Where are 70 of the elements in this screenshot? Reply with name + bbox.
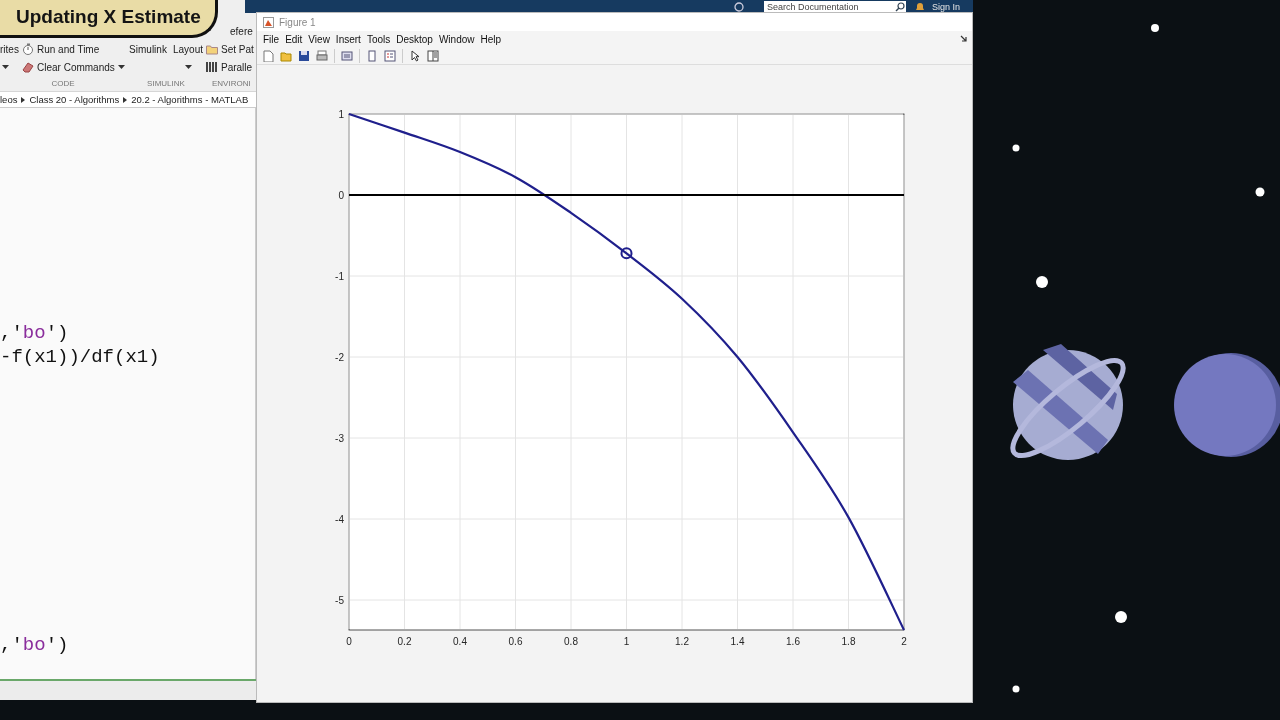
matlab-logo-icon (263, 16, 274, 28)
x-tick-label: 1.4 (730, 636, 745, 647)
bell-icon[interactable] (913, 1, 926, 12)
y-tick-label: -3 (335, 432, 344, 444)
y-tick-label: 0 (338, 189, 344, 201)
x-tick-label: 1.8 (841, 636, 856, 647)
menu-item[interactable]: Desktop (393, 33, 436, 45)
save-icon[interactable] (298, 49, 310, 62)
window-title: Figure 1 (279, 16, 316, 28)
x-tick-label: 0.8 (564, 636, 578, 647)
colorbar-icon[interactable] (366, 49, 378, 62)
property-panel-icon[interactable] (427, 49, 439, 62)
section-label: CODE (51, 78, 75, 88)
y-tick-label: -1 (335, 270, 344, 282)
y-tick-label: -4 (335, 513, 344, 525)
print-icon[interactable] (316, 49, 328, 62)
video-title: Updating X Estimate (0, 0, 218, 38)
folder-icon[interactable] (280, 49, 292, 62)
caret-icon[interactable] (184, 65, 192, 69)
breadcrumb-item[interactable]: leos (0, 94, 18, 105)
code-line: ,'bo') (0, 633, 69, 657)
x-tick-label: 2 (901, 636, 907, 647)
x-tick-label: 1 (623, 636, 630, 647)
section-label: SIMULINK (147, 78, 185, 88)
caret-icon[interactable] (2, 65, 9, 69)
x-tick-label: 1.6 (786, 636, 800, 647)
folder-icon (206, 43, 218, 55)
menu-item[interactable]: Edit (282, 33, 306, 45)
menu-item[interactable]: View (305, 33, 333, 45)
section-label: ENVIRONI (212, 78, 251, 88)
y-tick-label: -2 (335, 351, 344, 363)
reference-button[interactable]: efere (230, 25, 253, 37)
menu-item[interactable]: Tools (363, 33, 394, 45)
favorites-button[interactable]: rites (0, 43, 22, 55)
breadcrumb-item[interactable]: Class 20 - Algorithms (29, 94, 120, 105)
simulink-button[interactable]: Simulink (129, 43, 167, 55)
x-tick-label: 0.2 (397, 636, 412, 647)
chevron-icon (21, 96, 26, 103)
caret-icon (117, 65, 125, 69)
code-line: ,'bo') (0, 321, 69, 345)
layout-button[interactable]: Layout (173, 43, 203, 55)
x-tick-label: 0.6 (508, 636, 523, 647)
link-plot-icon[interactable] (341, 49, 353, 62)
stopwatch-icon (22, 43, 34, 55)
menu-item[interactable]: Help (477, 33, 505, 45)
menu-item[interactable]: File (260, 33, 283, 45)
pointer-icon[interactable] (409, 49, 421, 62)
y-tick-label: -5 (335, 594, 344, 606)
parallel-button[interactable]: Paralle (206, 61, 256, 73)
code-line: -f(x1))/df(x1) (0, 345, 160, 369)
sign-in-link[interactable]: Sign In (931, 1, 960, 12)
run-and-time-button[interactable]: Run and Time (22, 43, 126, 55)
menu-item[interactable]: Insert (332, 33, 364, 45)
clear-commands-button[interactable]: Clear Commands (22, 61, 126, 73)
breadcrumb-item[interactable]: 20.2 - Algorithms - MATLAB (131, 94, 249, 105)
legend-icon[interactable] (384, 49, 396, 62)
x-tick-label: 0.4 (453, 636, 467, 647)
chevron-icon (123, 96, 128, 103)
eraser-icon (22, 61, 34, 73)
set-path-button[interactable]: Set Pat (206, 43, 256, 55)
menu-item[interactable]: Window (435, 33, 478, 45)
search-icon[interactable] (894, 1, 905, 12)
dock-arrow-icon[interactable] (960, 35, 968, 44)
x-tick-label: 1.2 (675, 636, 689, 647)
y-tick-label: 1 (338, 108, 344, 120)
bars-icon (206, 61, 218, 73)
new-file-icon[interactable] (262, 49, 274, 62)
help-icon[interactable] (733, 1, 744, 12)
search-field[interactable]: Search Documentation (763, 0, 906, 13)
x-tick-label: 0 (346, 636, 352, 647)
